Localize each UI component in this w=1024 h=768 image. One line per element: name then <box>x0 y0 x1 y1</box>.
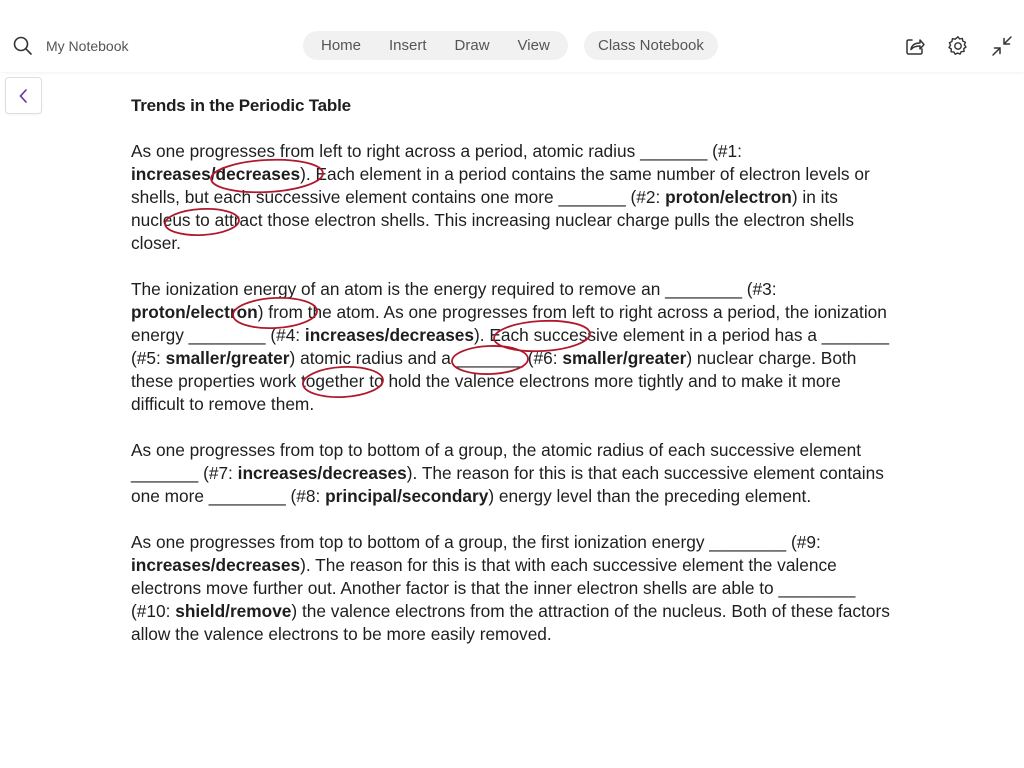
paragraph-3: As one progresses from top to bottom of … <box>131 440 884 506</box>
search-icon[interactable] <box>12 35 34 57</box>
paragraph-1: As one progresses from left to right acr… <box>131 141 870 253</box>
page-title: Trends in the Periodic Table <box>131 96 351 115</box>
share-icon[interactable] <box>903 34 927 58</box>
tab-home[interactable]: Home <box>307 31 375 60</box>
paragraph-4: As one progresses from top to bottom of … <box>131 532 890 644</box>
tab-class-notebook[interactable]: Class Notebook <box>584 31 718 60</box>
page-content[interactable]: Trends in the Periodic Table As one prog… <box>131 96 891 669</box>
back-button[interactable] <box>5 77 42 114</box>
paragraph-2: The ionization energy of an atom is the … <box>131 279 890 414</box>
gear-icon[interactable] <box>946 34 970 58</box>
back-chevron-icon <box>18 88 27 103</box>
toolbar: My Notebook Home Insert Draw View Class … <box>0 0 1024 72</box>
tab-view[interactable]: View <box>504 31 564 60</box>
ribbon-tabs: Home Insert Draw View <box>303 31 568 60</box>
collapse-icon[interactable] <box>990 34 1014 58</box>
tab-insert[interactable]: Insert <box>375 31 441 60</box>
notebook-name[interactable]: My Notebook <box>46 38 128 54</box>
tab-draw[interactable]: Draw <box>441 31 504 60</box>
